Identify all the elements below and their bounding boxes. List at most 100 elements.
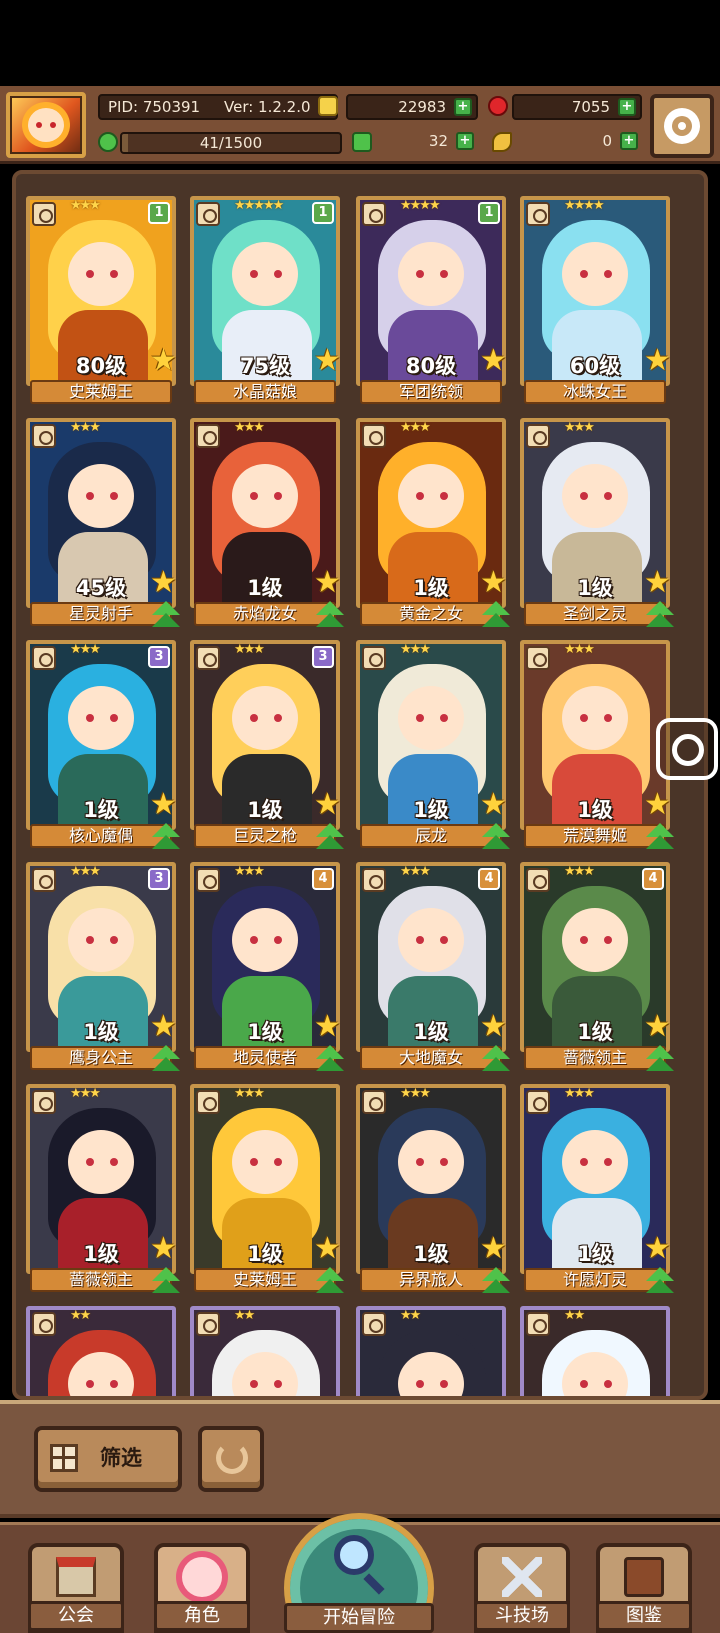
class-icon xyxy=(362,202,386,226)
hero-card[interactable]: ★★★ 3 1级 核心魔偶 ★ xyxy=(26,640,180,850)
hero-card[interactable]: ★★★★★ 1 75级 水晶菇娘 ★ xyxy=(190,196,341,406)
star-icon: ★ xyxy=(480,565,507,600)
rank-badge: 3 xyxy=(312,646,334,668)
gear-icon xyxy=(664,108,700,144)
player-avatar[interactable] xyxy=(6,92,86,158)
hero-card[interactable]: ★★★ 1级 异界旅人 ★ xyxy=(356,1084,510,1294)
hero-card[interactable]: ★★★ 4 1级 大地魔女 ★ xyxy=(356,862,510,1072)
star-rating: ★★★ xyxy=(564,1086,595,1101)
rank-badge: 3 xyxy=(148,646,170,668)
nav-arena-label: 斗技场 xyxy=(474,1601,570,1631)
hero-eye xyxy=(416,936,424,944)
hero-eye xyxy=(274,492,282,500)
hero-eye xyxy=(274,714,282,722)
hero-card[interactable]: ★★★ 1级 蔷薇领主 ★ xyxy=(26,1084,180,1294)
settings-button[interactable] xyxy=(650,94,714,158)
nav-guild[interactable]: 公会 xyxy=(28,1543,124,1633)
star-icon: ★ xyxy=(150,1231,177,1266)
add-gold-button[interactable]: + xyxy=(454,98,472,116)
hero-card[interactable]: ★★★ 1级 圣剑之灵 ★ xyxy=(520,418,674,628)
key-icon xyxy=(492,132,512,152)
hero-card[interactable]: ★★★ 1级 黄金之女 ★ xyxy=(356,418,510,628)
star-rating: ★★★★ xyxy=(400,198,441,213)
filter-button[interactable]: 筛选 xyxy=(34,1426,182,1492)
star-rating: ★★★ xyxy=(234,642,265,657)
star-icon: ★ xyxy=(150,343,177,378)
hero-card[interactable]: ★★★ 4 1级 地灵使者 ★ xyxy=(190,862,344,1072)
add-clover-button[interactable]: + xyxy=(456,132,474,150)
hero-card[interactable]: ★★★★ 1 80级 军团统领 ★ xyxy=(356,196,507,406)
hero-card[interactable]: ★★★ 1级 荒漠舞姬 ★ xyxy=(520,640,674,850)
gold-value: 22983 xyxy=(398,98,446,116)
class-icon xyxy=(362,1312,386,1336)
hero-card[interactable]: ★★★ 4 1级 蔷薇领主 ★ xyxy=(520,862,674,1072)
floating-assist-button[interactable] xyxy=(656,718,718,780)
hero-card[interactable]: ★★★★ 60级 冰蛛女王 ★ xyxy=(520,196,671,406)
hero-card[interactable]: ★★★ 45级 星灵射手 ★ xyxy=(26,418,180,628)
upgrade-arrow-icon xyxy=(314,601,346,629)
hero-eye xyxy=(440,1380,448,1388)
class-icon xyxy=(526,424,550,448)
hero-eye xyxy=(274,936,282,944)
class-icon xyxy=(32,646,56,670)
hero-eye xyxy=(580,270,588,278)
hero-grid-panel[interactable]: ★★★ 1 80级 史莱姆王 ★ ★★★★★ 1 75级 水晶菇娘 ★ ★★★★ 1 80级 军团统领 ★ ★… xyxy=(12,170,708,1400)
star-icon: ★ xyxy=(314,1231,341,1266)
nav-arena[interactable]: 斗技场 xyxy=(474,1543,570,1633)
hero-card[interactable]: ★★★ 3 1级 鹰身公主 ★ xyxy=(26,862,180,1072)
hero-eye xyxy=(416,714,424,722)
upgrade-arrow-icon xyxy=(314,1267,346,1295)
refresh-button[interactable] xyxy=(198,1426,264,1492)
add-key-button[interactable]: + xyxy=(620,132,638,150)
hero-portrait-frame: ★★ xyxy=(26,1306,176,1396)
nav-character[interactable]: 角色 xyxy=(154,1543,250,1633)
character-icon xyxy=(182,1557,222,1597)
resource-panel: PID: 750391 Ver: 1.2.2.0 22983 + 7055 + … xyxy=(98,94,643,158)
hero-eye xyxy=(250,492,258,500)
crossed-swords-icon xyxy=(502,1557,542,1597)
hero-card[interactable]: ★★ xyxy=(356,1306,506,1396)
rank-badge: 3 xyxy=(148,868,170,890)
hero-face xyxy=(398,242,464,306)
hero-card[interactable]: ★★★ 1级 赤焰龙女 ★ xyxy=(190,418,344,628)
grid-icon xyxy=(50,1444,78,1472)
hero-card[interactable]: ★★ xyxy=(520,1306,670,1396)
nav-codex-label: 图鉴 xyxy=(596,1601,692,1631)
key-counter: 0 + xyxy=(512,130,642,156)
hero-face xyxy=(562,464,628,528)
star-rating: ★★★ xyxy=(70,198,101,213)
hero-eye xyxy=(250,270,258,278)
hero-card[interactable]: ★★★ 1 80级 史莱姆王 ★ xyxy=(26,196,177,406)
version-text: Ver: 1.2.2.0 xyxy=(224,98,311,116)
hero-card[interactable]: ★★★ 3 1级 巨灵之枪 ★ xyxy=(190,640,344,850)
class-icon xyxy=(196,646,220,670)
hero-face xyxy=(562,908,628,972)
hero-card[interactable]: ★★ xyxy=(26,1306,176,1396)
nav-guild-label: 公会 xyxy=(28,1601,124,1631)
class-icon xyxy=(526,1090,550,1114)
hero-face xyxy=(68,1130,134,1194)
hero-eye xyxy=(86,1158,94,1166)
star-icon: ★ xyxy=(480,1009,507,1044)
add-gem-button[interactable]: + xyxy=(618,98,636,116)
star-rating: ★★★ xyxy=(234,420,265,435)
nav-codex[interactable]: 图鉴 xyxy=(596,1543,692,1633)
star-rating: ★★★ xyxy=(70,420,101,435)
clover-counter: 32 + xyxy=(346,130,478,156)
hero-face xyxy=(68,908,134,972)
star-rating: ★★★★★ xyxy=(234,198,284,213)
hero-card[interactable]: ★★ xyxy=(190,1306,340,1396)
hero-card[interactable]: ★★★ 1级 史莱姆王 ★ xyxy=(190,1084,344,1294)
status-bar xyxy=(0,0,720,86)
nav-adventure[interactable]: 开始冒险 xyxy=(284,1513,434,1633)
star-icon: ★ xyxy=(150,565,177,600)
class-icon xyxy=(196,868,220,892)
star-rating: ★★★ xyxy=(564,864,595,879)
hero-eye xyxy=(86,1380,94,1388)
star-rating: ★★★ xyxy=(70,1086,101,1101)
upgrade-arrow-icon xyxy=(480,601,512,629)
hero-eye xyxy=(580,492,588,500)
class-icon xyxy=(196,202,220,226)
hero-card[interactable]: ★★★ 1级 辰龙 ★ xyxy=(356,640,510,850)
hero-card[interactable]: ★★★ 1级 许愿灯灵 ★ xyxy=(520,1084,674,1294)
